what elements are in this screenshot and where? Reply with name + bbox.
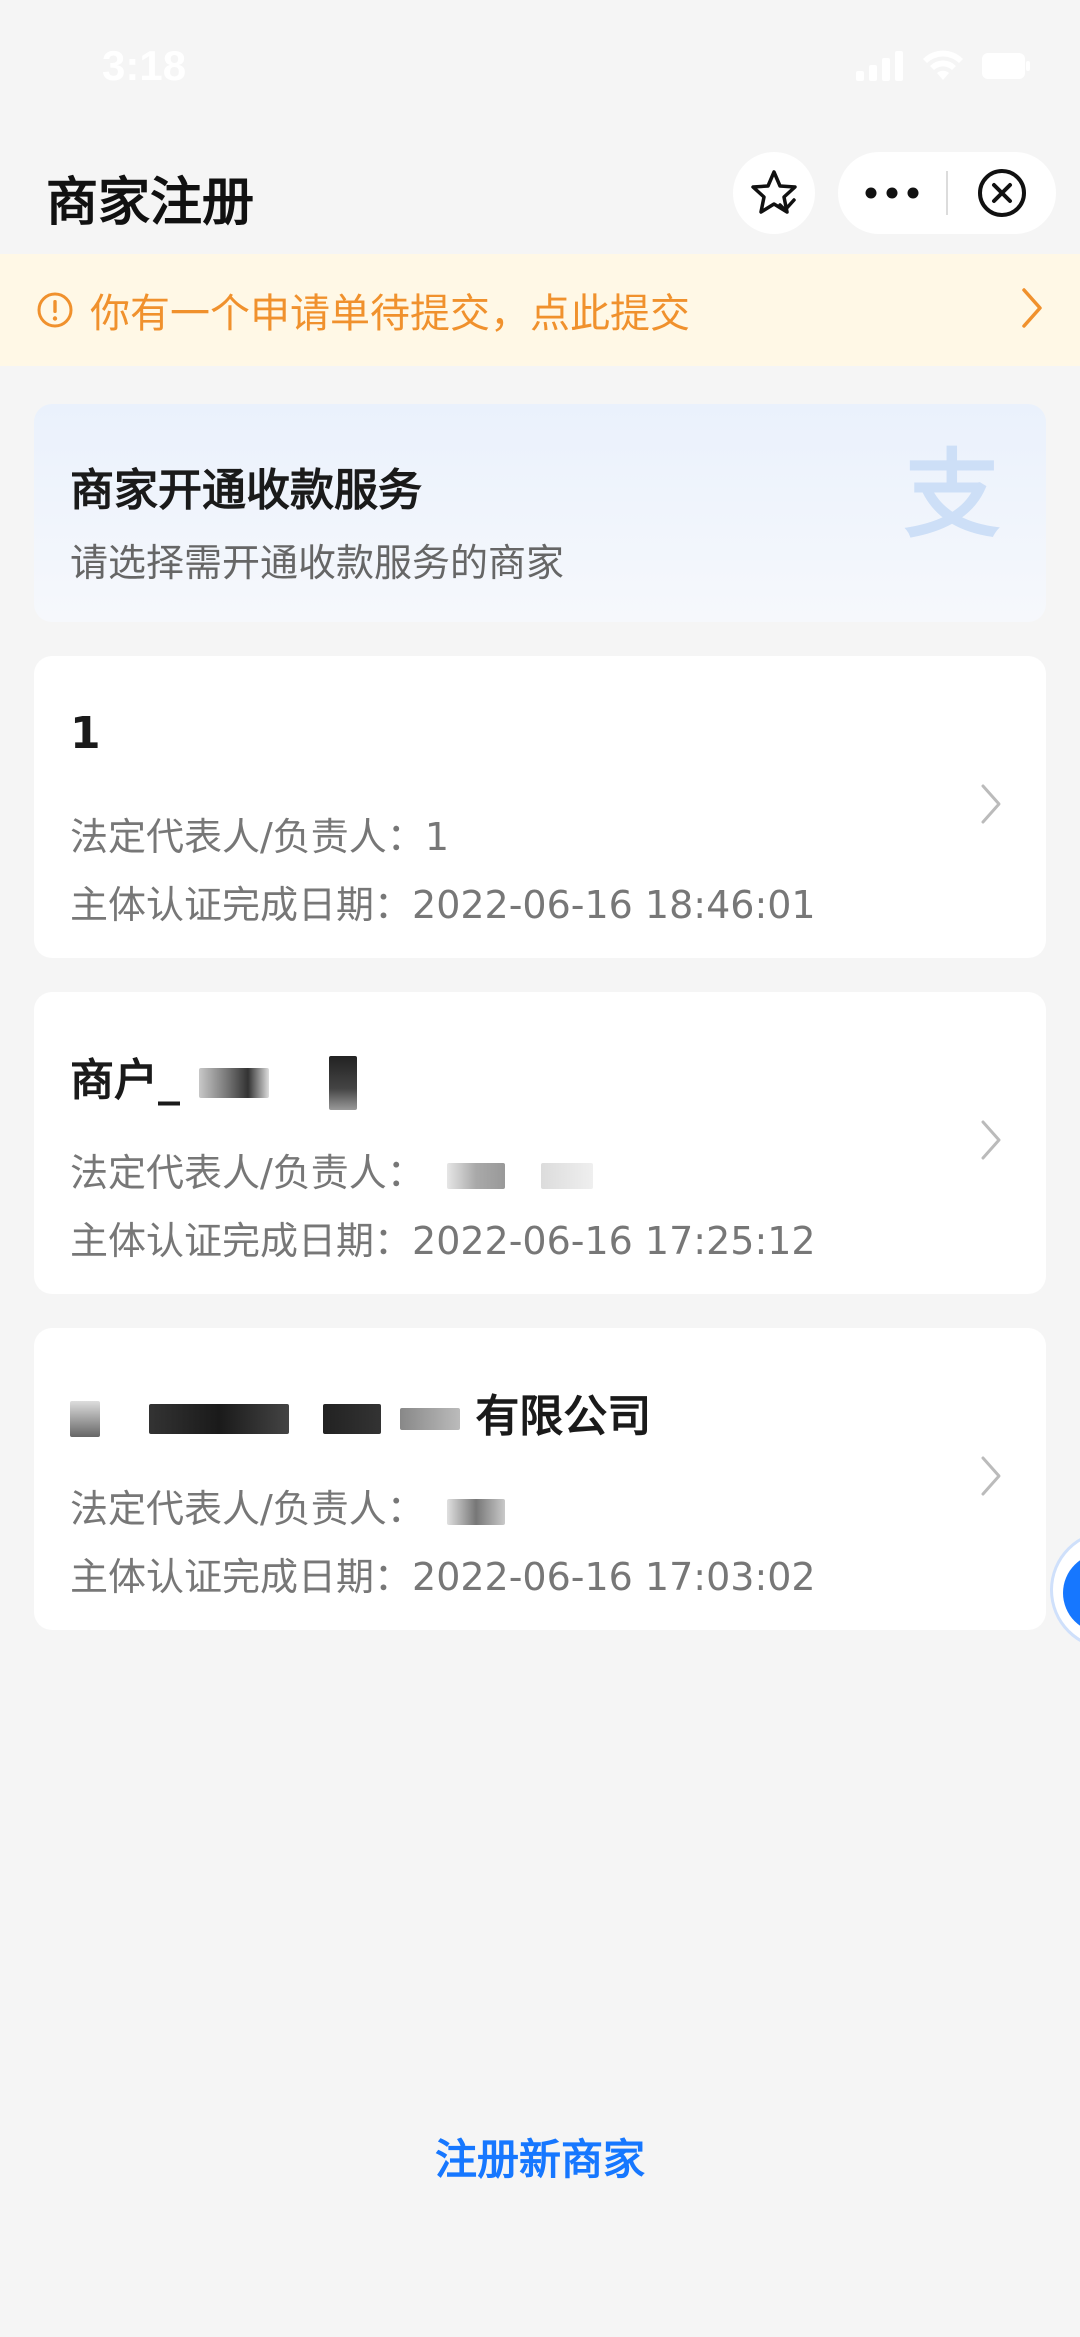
cert-date-label: 主体认证完成日期：	[70, 1219, 413, 1263]
close-button[interactable]	[948, 152, 1056, 234]
legal-rep-line: 法定代表人/负责人：	[70, 1142, 593, 1197]
status-bar: 3:18	[0, 0, 1080, 140]
cert-date-line: 主体认证完成日期：2022-06-16 17:03:02	[70, 1546, 816, 1601]
status-time: 3:18	[102, 42, 187, 89]
legal-rep-line: 法定代表人/负责人：	[70, 1478, 505, 1533]
wifi-icon	[923, 50, 963, 80]
redacted-block	[399, 1408, 460, 1430]
redacted-block	[199, 1068, 270, 1098]
redacted-block	[149, 1404, 290, 1434]
cert-date-label: 主体认证完成日期：	[70, 1555, 413, 1599]
redacted-block	[541, 1162, 593, 1189]
merchant-name-line: 商户_	[70, 1044, 357, 1110]
redacted-block	[328, 1056, 357, 1110]
cert-date-label: 主体认证完成日期：	[70, 883, 413, 927]
close-circle-icon	[978, 169, 1026, 217]
chevron-right-icon	[981, 784, 1001, 824]
register-new-merchant-link[interactable]: 注册新商家	[0, 2126, 1080, 2187]
cert-date-value: 2022-06-16 17:03:02	[412, 1555, 816, 1599]
signal-icon	[856, 51, 903, 81]
merchant-name: 商户_	[70, 1055, 180, 1106]
status-icons	[856, 50, 1030, 82]
cert-date-value: 2022-06-16 18:46:01	[412, 883, 816, 927]
svg-text:支: 支	[904, 439, 1000, 551]
legal-rep-label: 法定代表人/负责人：	[70, 1487, 425, 1531]
redacted-block	[70, 1401, 100, 1437]
star-icon	[751, 170, 797, 214]
more-dots-icon	[865, 187, 919, 199]
cert-date-line: 主体认证完成日期：2022-06-16 17:25:12	[70, 1210, 816, 1265]
page-title: 商家注册	[46, 173, 255, 233]
favorite-button[interactable]	[733, 152, 815, 234]
service-intro-card: 商家开通收款服务 请选择需开通收款服务的商家 支	[34, 404, 1046, 622]
pending-application-notice[interactable]: 你有一个申请单待提交，点此提交	[0, 254, 1080, 366]
merchant-name-line: 有限公司	[70, 1380, 651, 1444]
assistant-icon	[1063, 1553, 1080, 1633]
redacted-block	[446, 1162, 505, 1189]
chevron-right-icon	[1022, 288, 1042, 328]
alipay-logo-icon: 支	[904, 439, 1000, 551]
cert-date-value: 2022-06-16 17:25:12	[412, 1219, 816, 1263]
legal-rep-label: 法定代表人/负责人：	[70, 1151, 425, 1195]
merchant-card[interactable]: 商户_ 法定代表人/负责人： 主体认证完成日期：2022-06-16 17:25…	[34, 992, 1046, 1294]
cert-date-line: 主体认证完成日期：2022-06-16 18:46:01	[70, 874, 816, 929]
merchant-card[interactable]: 有限公司 法定代表人/负责人： 主体认证完成日期：2022-06-16 17:0…	[34, 1328, 1046, 1630]
battery-icon	[982, 53, 1030, 79]
legal-rep-value: 1	[424, 815, 449, 859]
redacted-block	[446, 1498, 505, 1525]
chevron-right-icon	[981, 1456, 1001, 1496]
merchant-name: 1	[70, 708, 101, 759]
chevron-right-icon	[981, 1120, 1001, 1160]
notice-text: 你有一个申请单待提交，点此提交	[90, 291, 690, 337]
legal-rep-label: 法定代表人/负责人：	[70, 815, 425, 859]
merchant-name: 有限公司	[475, 1391, 652, 1442]
floating-assistant-button[interactable]	[1050, 1530, 1080, 1650]
redacted-block	[322, 1404, 381, 1434]
legal-rep-line: 法定代表人/负责人：1	[70, 806, 449, 861]
merchant-card[interactable]: 1 法定代表人/负责人：1 主体认证完成日期：2022-06-16 18:46:…	[34, 656, 1046, 958]
more-button[interactable]	[838, 152, 946, 234]
mini-program-capsule	[838, 152, 1056, 234]
warning-icon	[37, 292, 73, 328]
